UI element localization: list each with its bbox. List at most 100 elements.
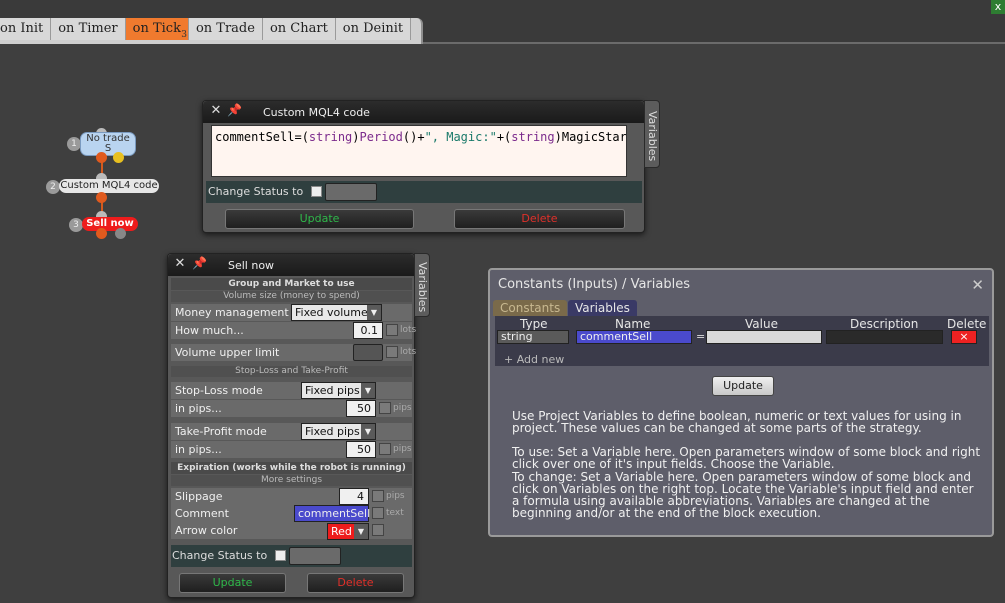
lots-unit: lots <box>400 347 417 357</box>
pin-icon[interactable]: 📌 <box>227 103 243 119</box>
variables-side-tab[interactable]: Variables <box>414 253 430 317</box>
code-part: ()+ <box>402 130 425 144</box>
slippage-label: Slippage <box>175 490 223 503</box>
tab-on-trade[interactable]: on Trade <box>188 18 263 40</box>
arrow-color-row: Arrow color Red ▼ <box>171 522 412 540</box>
node-sell-now[interactable]: Sell now <box>82 217 138 231</box>
tp-mode-row: Take-Profit mode Fixed pips ▼ <box>171 423 412 440</box>
tp-pips-input[interactable]: 50 <box>346 441 376 458</box>
volume-upper-var-checkbox[interactable] <box>386 346 398 358</box>
tab-on-chart[interactable]: on Chart <box>262 18 336 40</box>
volume-upper-input[interactable] <box>353 344 383 361</box>
sl-mode-label: Stop-Loss mode <box>175 384 263 397</box>
node2-number: 2 <box>46 180 60 194</box>
comment-row: Comment commentSell text <box>171 505 412 522</box>
close-icon[interactable]: ✕ <box>971 276 984 294</box>
equals-sign: = <box>696 330 706 343</box>
tab-on-timer[interactable]: on Timer <box>51 18 126 40</box>
change-status-row: Change Status to <box>171 545 412 567</box>
tab-on-tick-count: 3 <box>181 30 187 40</box>
corner-close-icon[interactable]: x <box>991 0 1005 14</box>
sl-pips-label: in pips... <box>175 402 222 415</box>
change-status-input[interactable] <box>289 547 341 565</box>
change-status-row: Change Status to <box>206 181 642 203</box>
pips-unit: pips <box>393 444 412 454</box>
money-management-select[interactable]: Fixed volume ▼ <box>291 304 382 321</box>
tab-constants[interactable]: Constants <box>493 300 568 316</box>
volume-size-heading: Volume size (money to spend) <box>171 291 412 302</box>
node3-output-dot[interactable] <box>96 228 107 239</box>
tp-mode-select[interactable]: Fixed pips ▼ <box>301 423 376 440</box>
variable-description-input[interactable] <box>826 330 943 344</box>
how-much-var-checkbox[interactable] <box>386 324 398 336</box>
close-icon[interactable]: ✕ <box>173 257 187 271</box>
tab-on-deinit[interactable]: on Deinit <box>335 18 412 40</box>
node-no-trade[interactable]: No trade S <box>80 132 136 156</box>
update-button[interactable]: Update <box>225 209 414 229</box>
delete-button[interactable]: Delete <box>307 573 404 593</box>
constants-variables-dialog: Constants (Inputs) / Variables ✕ Constan… <box>488 268 994 537</box>
info-paragraph-3: To change: Set a Variable here. Open par… <box>512 470 974 520</box>
pips-unit: pips <box>386 491 405 501</box>
col-name-header: Name <box>615 317 651 331</box>
type-select[interactable]: string <box>497 330 569 344</box>
arrow-color-select[interactable]: Red ▼ <box>327 523 369 540</box>
node2-output-dot[interactable] <box>96 192 107 203</box>
node1-line2: S <box>104 143 112 154</box>
change-status-label: Change Status to <box>208 185 304 198</box>
sell-now-title: Sell now <box>228 259 275 272</box>
node-custom-mql4[interactable]: Custom MQL4 code <box>59 179 159 193</box>
chevron-down-icon: ▼ <box>361 424 375 439</box>
node1-output-true-dot[interactable] <box>96 152 107 163</box>
custom-code-header: ✕ 📌 Custom MQL4 code <box>203 101 644 123</box>
info-paragraph-2: To use: Set a Variable here. Open parame… <box>512 445 981 471</box>
how-much-row: How much... 0.1 lots <box>171 322 416 339</box>
variable-value-input[interactable] <box>706 330 822 344</box>
expiration-heading: Expiration (works while the robot is run… <box>171 462 412 474</box>
change-status-checkbox[interactable] <box>275 550 286 561</box>
slippage-var-checkbox[interactable] <box>372 490 384 502</box>
node3-output-grey-dot[interactable] <box>115 228 126 239</box>
how-much-label: How much... <box>175 324 244 337</box>
variables-side-tab[interactable]: Variables <box>644 100 660 168</box>
code-part: ) <box>352 130 360 144</box>
tab-on-tick[interactable]: on Tick 3 <box>125 18 189 40</box>
comment-var-checkbox[interactable] <box>372 507 384 519</box>
money-management-row: Money management Fixed volume ▼ <box>171 304 412 321</box>
info-paragraph-1: Use Project Variables to define boolean,… <box>512 409 962 435</box>
slippage-input[interactable]: 4 <box>339 488 369 505</box>
delete-button[interactable]: Delete <box>454 209 625 229</box>
sl-tp-heading: Stop-Loss and Take-Profit <box>171 366 412 377</box>
code-editor[interactable]: commentSell=(string)Period()+", Magic:"+… <box>211 125 627 177</box>
variable-name-input[interactable]: commentSell <box>576 330 692 344</box>
add-new-link[interactable]: + Add new <box>504 353 564 366</box>
node1-output-false-dot[interactable] <box>113 152 124 163</box>
sl-mode-value: Fixed pips <box>305 384 360 397</box>
comment-input[interactable]: commentSell <box>294 505 370 522</box>
sl-pips-input[interactable]: 50 <box>346 400 376 417</box>
tp-pips-var-checkbox[interactable] <box>379 443 391 455</box>
tab-on-init[interactable]: on Init <box>0 18 52 40</box>
group-market-heading: Group and Market to use <box>171 278 412 290</box>
custom-code-panel: ✕ 📌 Custom MQL4 code commentSell=(string… <box>202 100 645 233</box>
dialog-update-button[interactable]: Update <box>712 376 774 396</box>
how-much-input[interactable]: 0.1 <box>353 322 383 339</box>
sl-mode-row: Stop-Loss mode Fixed pips ▼ <box>171 382 412 399</box>
event-tabs: on Init on Timer on Tick 3 on Trade on C… <box>0 18 424 44</box>
tp-mode-label: Take-Profit mode <box>175 425 267 438</box>
update-button[interactable]: Update <box>179 573 286 593</box>
tp-pips-row: in pips... 50 pips <box>171 441 412 458</box>
delete-row-button[interactable]: × <box>951 330 977 344</box>
change-status-checkbox[interactable] <box>311 186 322 197</box>
pin-icon[interactable]: 📌 <box>192 256 208 272</box>
volume-upper-label: Volume upper limit <box>175 346 280 359</box>
text-unit: text <box>386 508 404 518</box>
sl-mode-select[interactable]: Fixed pips ▼ <box>301 382 376 399</box>
arrow-color-var-checkbox[interactable] <box>372 524 384 536</box>
sl-pips-var-checkbox[interactable] <box>379 402 391 414</box>
tab-variables[interactable]: Variables <box>568 300 637 316</box>
change-status-input[interactable] <box>325 183 377 201</box>
tab-bar-divider <box>422 42 1005 44</box>
code-part: +( <box>496 130 512 144</box>
close-icon[interactable]: ✕ <box>209 104 223 118</box>
